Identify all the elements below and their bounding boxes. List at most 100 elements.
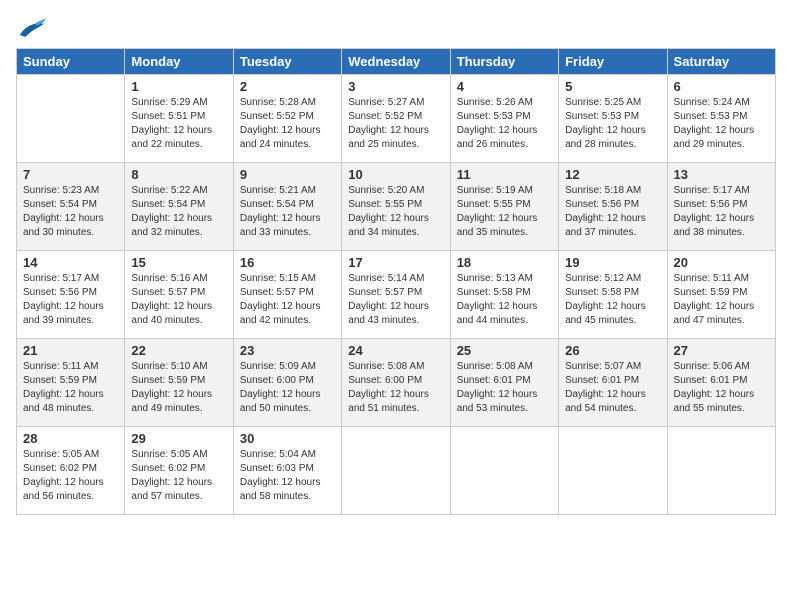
day-number: 24 <box>348 343 443 358</box>
day-info: Sunrise: 5:11 AMSunset: 5:59 PMDaylight:… <box>674 272 769 328</box>
weekday-header-friday: Friday <box>559 49 667 75</box>
calendar-cell: 27 Sunrise: 5:06 AMSunset: 6:01 PMDayligh… <box>667 339 775 427</box>
day-info: Sunrise: 5:24 AMSunset: 5:53 PMDaylight:… <box>674 96 769 152</box>
calendar-cell: 16Sunrise: 5:15 AMSunset: 5:57 PMDayligh… <box>233 251 341 339</box>
calendar-cell: 26Sunrise: 5:07 AMSunset: 6:01 PMDayligh… <box>559 339 667 427</box>
day-info: Sunrise: 5:17 AMSunset: 5:56 PMDaylight:… <box>23 272 118 328</box>
day-info: Sunrise: 5:05 AMSunset: 6:02 PMDaylight:… <box>23 448 118 504</box>
week-row-1: 1 Sunrise: 5:29 AMSunset: 5:51 PMDaylight… <box>17 75 776 163</box>
day-number: 13 <box>674 167 769 182</box>
day-number: 6 <box>674 79 769 94</box>
calendar-cell: 15 Sunrise: 5:16 AMSunset: 5:57 PMDayligh… <box>125 251 233 339</box>
day-number: 18 <box>457 255 552 270</box>
day-info: Sunrise: 5:25 AMSunset: 5:53 PMDaylight:… <box>565 96 660 152</box>
day-info: Sunrise: 5:10 AMSunset: 5:59 PMDaylight:… <box>131 360 226 416</box>
day-info: Sunrise: 5:27 AMSunset: 5:52 PMDaylight:… <box>348 96 443 152</box>
day-info: Sunrise: 5:18 AMSunset: 5:56 PMDaylight:… <box>565 184 660 240</box>
day-info: Sunrise: 5:08 AMSunset: 6:00 PMDaylight:… <box>348 360 443 416</box>
weekday-header-saturday: Saturday <box>667 49 775 75</box>
day-number: 4 <box>457 79 552 94</box>
day-info: Sunrise: 5:20 AMSunset: 5:55 PMDaylight:… <box>348 184 443 240</box>
day-number: 3 <box>348 79 443 94</box>
calendar-cell: 12 Sunrise: 5:18 AMSunset: 5:56 PMDayligh… <box>559 163 667 251</box>
calendar-cell: 18 Sunrise: 5:13 AMSunset: 5:58 PMDayligh… <box>450 251 558 339</box>
day-number: 15 <box>131 255 226 270</box>
day-number: 27 <box>674 343 769 358</box>
day-info: Sunrise: 5:17 AMSunset: 5:56 PMDaylight:… <box>674 184 769 240</box>
day-number: 23 <box>240 343 335 358</box>
week-row-3: 14 Sunrise: 5:17 AMSunset: 5:56 PMDayligh… <box>17 251 776 339</box>
day-info: Sunrise: 5:22 AMSunset: 5:54 PMDaylight:… <box>131 184 226 240</box>
day-info: Sunrise: 5:09 AMSunset: 6:00 PMDaylight:… <box>240 360 335 416</box>
calendar-cell: 13 Sunrise: 5:17 AMSunset: 5:56 PMDayligh… <box>667 163 775 251</box>
calendar-cell: 29 Sunrise: 5:05 AMSunset: 6:02 PMDayligh… <box>125 427 233 515</box>
day-number: 29 <box>131 431 226 446</box>
calendar-cell: 30Sunrise: 5:04 AMSunset: 6:03 PMDayligh… <box>233 427 341 515</box>
day-number: 21 <box>23 343 118 358</box>
day-number: 22 <box>131 343 226 358</box>
day-number: 11 <box>457 167 552 182</box>
day-info: Sunrise: 5:21 AMSunset: 5:54 PMDaylight:… <box>240 184 335 240</box>
day-info: Sunrise: 5:06 AMSunset: 6:01 PMDaylight:… <box>674 360 769 416</box>
calendar-cell <box>667 427 775 515</box>
day-info: Sunrise: 5:11 AMSunset: 5:59 PMDaylight:… <box>23 360 118 416</box>
day-info: Sunrise: 5:12 AMSunset: 5:58 PMDaylight:… <box>565 272 660 328</box>
calendar-cell: 25Sunrise: 5:08 AMSunset: 6:01 PMDayligh… <box>450 339 558 427</box>
calendar-cell: 2Sunrise: 5:28 AMSunset: 5:52 PMDaylight… <box>233 75 341 163</box>
weekday-header-row: SundayMondayTuesdayWednesdayThursdayFrid… <box>17 49 776 75</box>
day-number: 1 <box>131 79 226 94</box>
weekday-header-thursday: Thursday <box>450 49 558 75</box>
calendar-cell: 17 Sunrise: 5:14 AMSunset: 5:57 PMDayligh… <box>342 251 450 339</box>
day-number: 26 <box>565 343 660 358</box>
calendar-cell: 22 Sunrise: 5:10 AMSunset: 5:59 PMDayligh… <box>125 339 233 427</box>
calendar-cell: 6 Sunrise: 5:24 AMSunset: 5:53 PMDaylight… <box>667 75 775 163</box>
day-info: Sunrise: 5:05 AMSunset: 6:02 PMDaylight:… <box>131 448 226 504</box>
day-info: Sunrise: 5:23 AMSunset: 5:54 PMDaylight:… <box>23 184 118 240</box>
day-info: Sunrise: 5:04 AMSunset: 6:03 PMDaylight:… <box>240 448 335 504</box>
day-number: 7 <box>23 167 118 182</box>
calendar-cell <box>559 427 667 515</box>
day-number: 19 <box>565 255 660 270</box>
calendar-cell: 28 Sunrise: 5:05 AMSunset: 6:02 PMDayligh… <box>17 427 125 515</box>
day-number: 17 <box>348 255 443 270</box>
weekday-header-wednesday: Wednesday <box>342 49 450 75</box>
day-number: 12 <box>565 167 660 182</box>
day-info: Sunrise: 5:26 AMSunset: 5:53 PMDaylight:… <box>457 96 552 152</box>
day-info: Sunrise: 5:13 AMSunset: 5:58 PMDaylight:… <box>457 272 552 328</box>
weekday-header-sunday: Sunday <box>17 49 125 75</box>
week-row-5: 28 Sunrise: 5:05 AMSunset: 6:02 PMDayligh… <box>17 427 776 515</box>
page-header <box>16 16 776 40</box>
day-number: 25 <box>457 343 552 358</box>
calendar-cell: 8Sunrise: 5:22 AMSunset: 5:54 PMDaylight… <box>125 163 233 251</box>
calendar-cell: 23 Sunrise: 5:09 AMSunset: 6:00 PMDayligh… <box>233 339 341 427</box>
calendar-cell <box>17 75 125 163</box>
day-number: 28 <box>23 431 118 446</box>
day-info: Sunrise: 5:16 AMSunset: 5:57 PMDaylight:… <box>131 272 226 328</box>
weekday-header-tuesday: Tuesday <box>233 49 341 75</box>
day-info: Sunrise: 5:19 AMSunset: 5:55 PMDaylight:… <box>457 184 552 240</box>
week-row-4: 21 Sunrise: 5:11 AMSunset: 5:59 PMDayligh… <box>17 339 776 427</box>
calendar-cell <box>342 427 450 515</box>
day-info: Sunrise: 5:29 AMSunset: 5:51 PMDaylight:… <box>131 96 226 152</box>
logo-bird-icon <box>18 16 46 40</box>
logo <box>16 16 46 40</box>
day-number: 2 <box>240 79 335 94</box>
calendar-cell: 1 Sunrise: 5:29 AMSunset: 5:51 PMDaylight… <box>125 75 233 163</box>
calendar-cell: 20 Sunrise: 5:11 AMSunset: 5:59 PMDayligh… <box>667 251 775 339</box>
calendar-cell: 4 Sunrise: 5:26 AMSunset: 5:53 PMDaylight… <box>450 75 558 163</box>
calendar-cell: 10Sunrise: 5:20 AMSunset: 5:55 PMDayligh… <box>342 163 450 251</box>
calendar-cell: 7 Sunrise: 5:23 AMSunset: 5:54 PMDaylight… <box>17 163 125 251</box>
calendar-cell: 11 Sunrise: 5:19 AMSunset: 5:55 PMDayligh… <box>450 163 558 251</box>
calendar-cell: 24 Sunrise: 5:08 AMSunset: 6:00 PMDayligh… <box>342 339 450 427</box>
week-row-2: 7 Sunrise: 5:23 AMSunset: 5:54 PMDaylight… <box>17 163 776 251</box>
day-info: Sunrise: 5:15 AMSunset: 5:57 PMDaylight:… <box>240 272 335 328</box>
day-number: 14 <box>23 255 118 270</box>
day-info: Sunrise: 5:14 AMSunset: 5:57 PMDaylight:… <box>348 272 443 328</box>
calendar-cell: 21 Sunrise: 5:11 AMSunset: 5:59 PMDayligh… <box>17 339 125 427</box>
weekday-header-monday: Monday <box>125 49 233 75</box>
day-number: 20 <box>674 255 769 270</box>
calendar-cell <box>450 427 558 515</box>
calendar-cell: 14 Sunrise: 5:17 AMSunset: 5:56 PMDayligh… <box>17 251 125 339</box>
calendar-cell: 19 Sunrise: 5:12 AMSunset: 5:58 PMDayligh… <box>559 251 667 339</box>
calendar-cell: 5Sunrise: 5:25 AMSunset: 5:53 PMDaylight… <box>559 75 667 163</box>
